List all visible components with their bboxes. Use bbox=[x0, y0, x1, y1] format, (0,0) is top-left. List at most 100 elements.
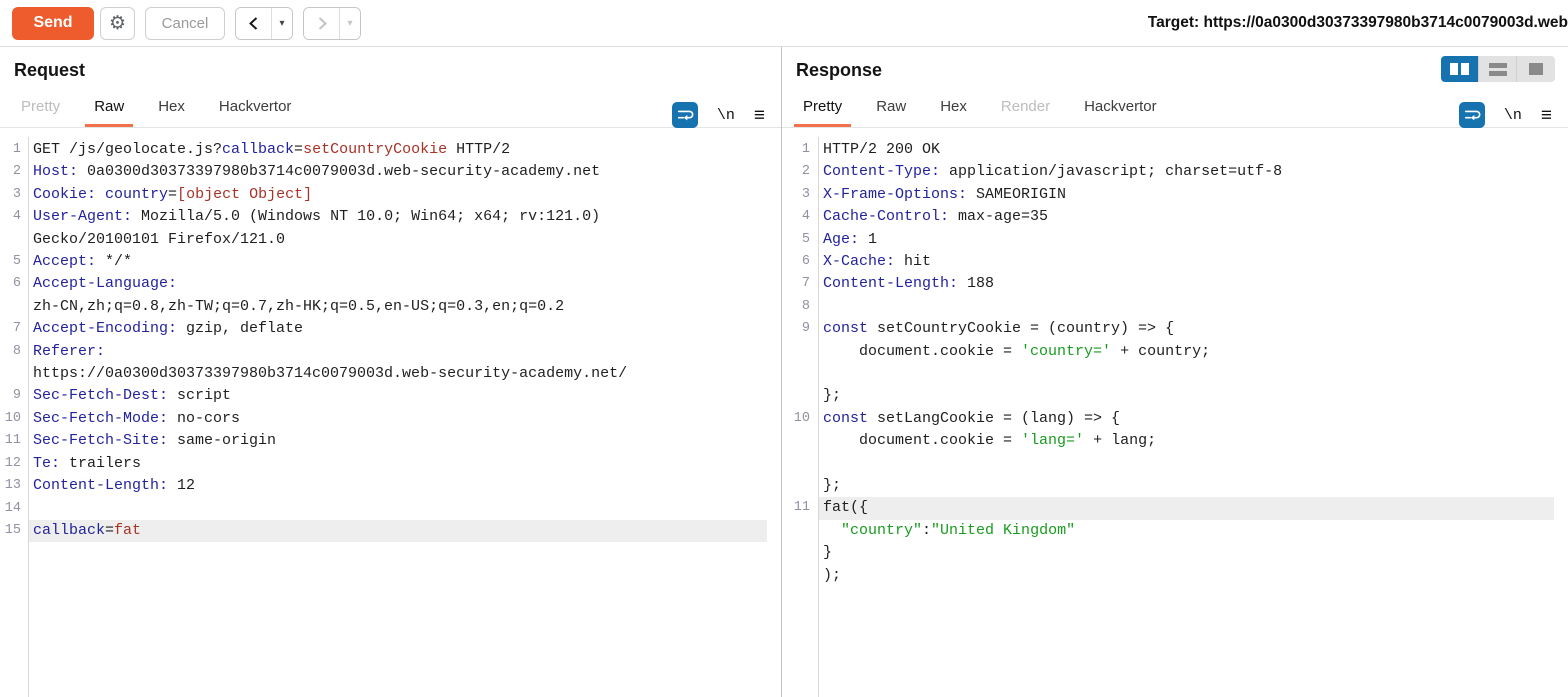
code-line: document.cookie = 'country=' + country; bbox=[823, 342, 1211, 360]
code-line: Accept-Encoding: gzip, deflate bbox=[33, 320, 304, 338]
editor-row: document.cookie = 'country=' + country; bbox=[782, 341, 1554, 363]
line-number bbox=[0, 363, 28, 385]
editor-row bbox=[782, 363, 1554, 385]
target-label: Target: bbox=[1147, 14, 1200, 31]
line-number: 2 bbox=[801, 164, 810, 180]
forward-button[interactable] bbox=[304, 7, 339, 39]
tab-hackvertor[interactable]: Hackvertor bbox=[1075, 92, 1166, 127]
line-number: 6 bbox=[12, 276, 21, 292]
code-line: callback=fat bbox=[28, 519, 767, 543]
line-number bbox=[782, 520, 818, 542]
chevron-left-icon bbox=[248, 16, 257, 30]
line-number bbox=[782, 430, 818, 452]
line-number: 9 bbox=[12, 388, 21, 404]
editor-row: 13 Content-Length: 12 bbox=[0, 475, 767, 497]
code-line: Age: 1 bbox=[823, 230, 878, 248]
code-line: Gecko/20100101 Firefox/121.0 bbox=[33, 230, 286, 248]
editor-row: 3 X-Frame-Options: SAMEORIGIN bbox=[782, 184, 1554, 206]
tab-hackvertor[interactable]: Hackvertor bbox=[210, 92, 301, 127]
request-editor[interactable]: 1 GET /js/geolocate.js?callback=setCountr… bbox=[0, 137, 781, 697]
editor-row: }; bbox=[782, 475, 1554, 497]
editor-menu-icon[interactable]: ≡ bbox=[1541, 106, 1552, 125]
tab-hex[interactable]: Hex bbox=[931, 92, 976, 127]
line-number: 4 bbox=[801, 209, 810, 225]
layout-single-button[interactable] bbox=[1517, 56, 1555, 82]
tab-raw[interactable]: Raw bbox=[85, 92, 133, 127]
editor-row: ); bbox=[782, 565, 1554, 587]
response-panel: Response Pretty Raw Hex Render Hackvertor \n… bbox=[782, 47, 1568, 697]
code-line: fat({ bbox=[818, 497, 1554, 520]
line-number bbox=[782, 341, 818, 363]
line-number: 5 bbox=[801, 231, 810, 247]
code-line: Accept-Language: bbox=[33, 275, 178, 293]
chevron-down-icon: ▾ bbox=[279, 17, 285, 29]
settings-gear-button[interactable]: ⚙ bbox=[100, 6, 135, 40]
line-number bbox=[782, 385, 818, 407]
editor-row: 2 Host: 0a0300d30373397980b3714c0079003d.… bbox=[0, 161, 767, 183]
editor-row: 4 Cache-Control: max-age=35 bbox=[782, 206, 1554, 228]
line-number: 8 bbox=[801, 298, 810, 314]
response-editor[interactable]: 1 HTTP/2 200 OK 2 Content-Type: application… bbox=[782, 137, 1568, 697]
tab-hex[interactable]: Hex bbox=[149, 92, 194, 127]
code-line: Referer: bbox=[33, 342, 106, 360]
editor-menu-icon[interactable]: ≡ bbox=[754, 106, 765, 125]
send-button[interactable]: Send bbox=[12, 6, 94, 40]
tab-pretty[interactable]: Pretty bbox=[12, 92, 69, 127]
code-line: Content-Type: application/javascript; ch… bbox=[823, 163, 1283, 181]
line-number: 5 bbox=[12, 254, 21, 270]
line-number: 9 bbox=[801, 321, 810, 337]
request-panel-header: Request Pretty Raw Hex Hackvertor \n ≡ bbox=[0, 47, 781, 137]
request-tabs: Pretty Raw Hex Hackvertor bbox=[0, 92, 781, 128]
tab-raw[interactable]: Raw bbox=[867, 92, 915, 127]
layout-columns-button[interactable] bbox=[1441, 56, 1479, 82]
show-newlines-toggle[interactable]: \n bbox=[1504, 107, 1522, 124]
editor-row: document.cookie = 'lang=' + lang; bbox=[782, 430, 1554, 452]
editor-row: 1 GET /js/geolocate.js?callback=setCountr… bbox=[0, 139, 767, 161]
code-line: Sec-Fetch-Site: same-origin bbox=[33, 432, 277, 450]
editor-row: 3 Cookie: country=[object Object] bbox=[0, 184, 767, 206]
code-line: Sec-Fetch-Mode: no-cors bbox=[33, 409, 241, 427]
editor-row: 10 Sec-Fetch-Mode: no-cors bbox=[0, 408, 767, 430]
request-panel: Request Pretty Raw Hex Hackvertor \n ≡ 1 GET… bbox=[0, 47, 781, 697]
back-dropdown-button[interactable]: ▾ bbox=[271, 7, 292, 39]
editor-row: 9 Sec-Fetch-Dest: script bbox=[0, 385, 767, 407]
line-number: 7 bbox=[12, 321, 21, 337]
editor-row: 12 Te: trailers bbox=[0, 453, 767, 475]
editor-row: 14 bbox=[0, 498, 767, 520]
line-number bbox=[0, 229, 28, 251]
code-line: Accept: */* bbox=[33, 253, 133, 271]
columns-icon bbox=[1450, 63, 1458, 75]
editor-row: } bbox=[782, 542, 1554, 564]
line-number: 6 bbox=[801, 254, 810, 270]
code-line: const setCountryCookie = (country) => { bbox=[823, 320, 1175, 338]
layout-rows-button[interactable] bbox=[1479, 56, 1517, 82]
line-number bbox=[782, 542, 818, 564]
word-wrap-icon bbox=[677, 110, 694, 121]
word-wrap-icon bbox=[1464, 110, 1481, 121]
editor-row: 9 const setCountryCookie = (country) => { bbox=[782, 318, 1554, 340]
back-button[interactable] bbox=[236, 7, 271, 39]
line-number bbox=[0, 296, 28, 318]
response-tabs: Pretty Raw Hex Render Hackvertor bbox=[782, 92, 1568, 128]
request-editor-icons: \n ≡ bbox=[671, 102, 765, 128]
cancel-button[interactable]: Cancel bbox=[145, 6, 225, 40]
line-number: 1 bbox=[801, 142, 810, 157]
code-line: https://0a0300d30373397980b3714c0079003d… bbox=[33, 365, 628, 383]
word-wrap-toggle-button[interactable] bbox=[671, 102, 698, 128]
request-panel-title: Request bbox=[14, 60, 86, 80]
tab-pretty[interactable]: Pretty bbox=[794, 92, 851, 127]
line-number bbox=[782, 475, 818, 497]
show-newlines-toggle[interactable]: \n bbox=[717, 107, 735, 124]
code-line: User-Agent: Mozilla/5.0 (Windows NT 10.0… bbox=[33, 208, 601, 226]
word-wrap-toggle-button[interactable] bbox=[1458, 102, 1485, 128]
line-number: 1 bbox=[12, 142, 21, 157]
editor-row bbox=[782, 453, 1554, 475]
tab-render[interactable]: Render bbox=[992, 92, 1059, 127]
forward-dropdown-button[interactable]: ▾ bbox=[339, 7, 360, 39]
code-line: Cache-Control: max-age=35 bbox=[823, 208, 1049, 226]
line-number: 10 bbox=[793, 410, 810, 426]
line-number: 8 bbox=[12, 343, 21, 359]
response-panel-header: Response Pretty Raw Hex Render Hackvertor \n… bbox=[782, 47, 1568, 137]
